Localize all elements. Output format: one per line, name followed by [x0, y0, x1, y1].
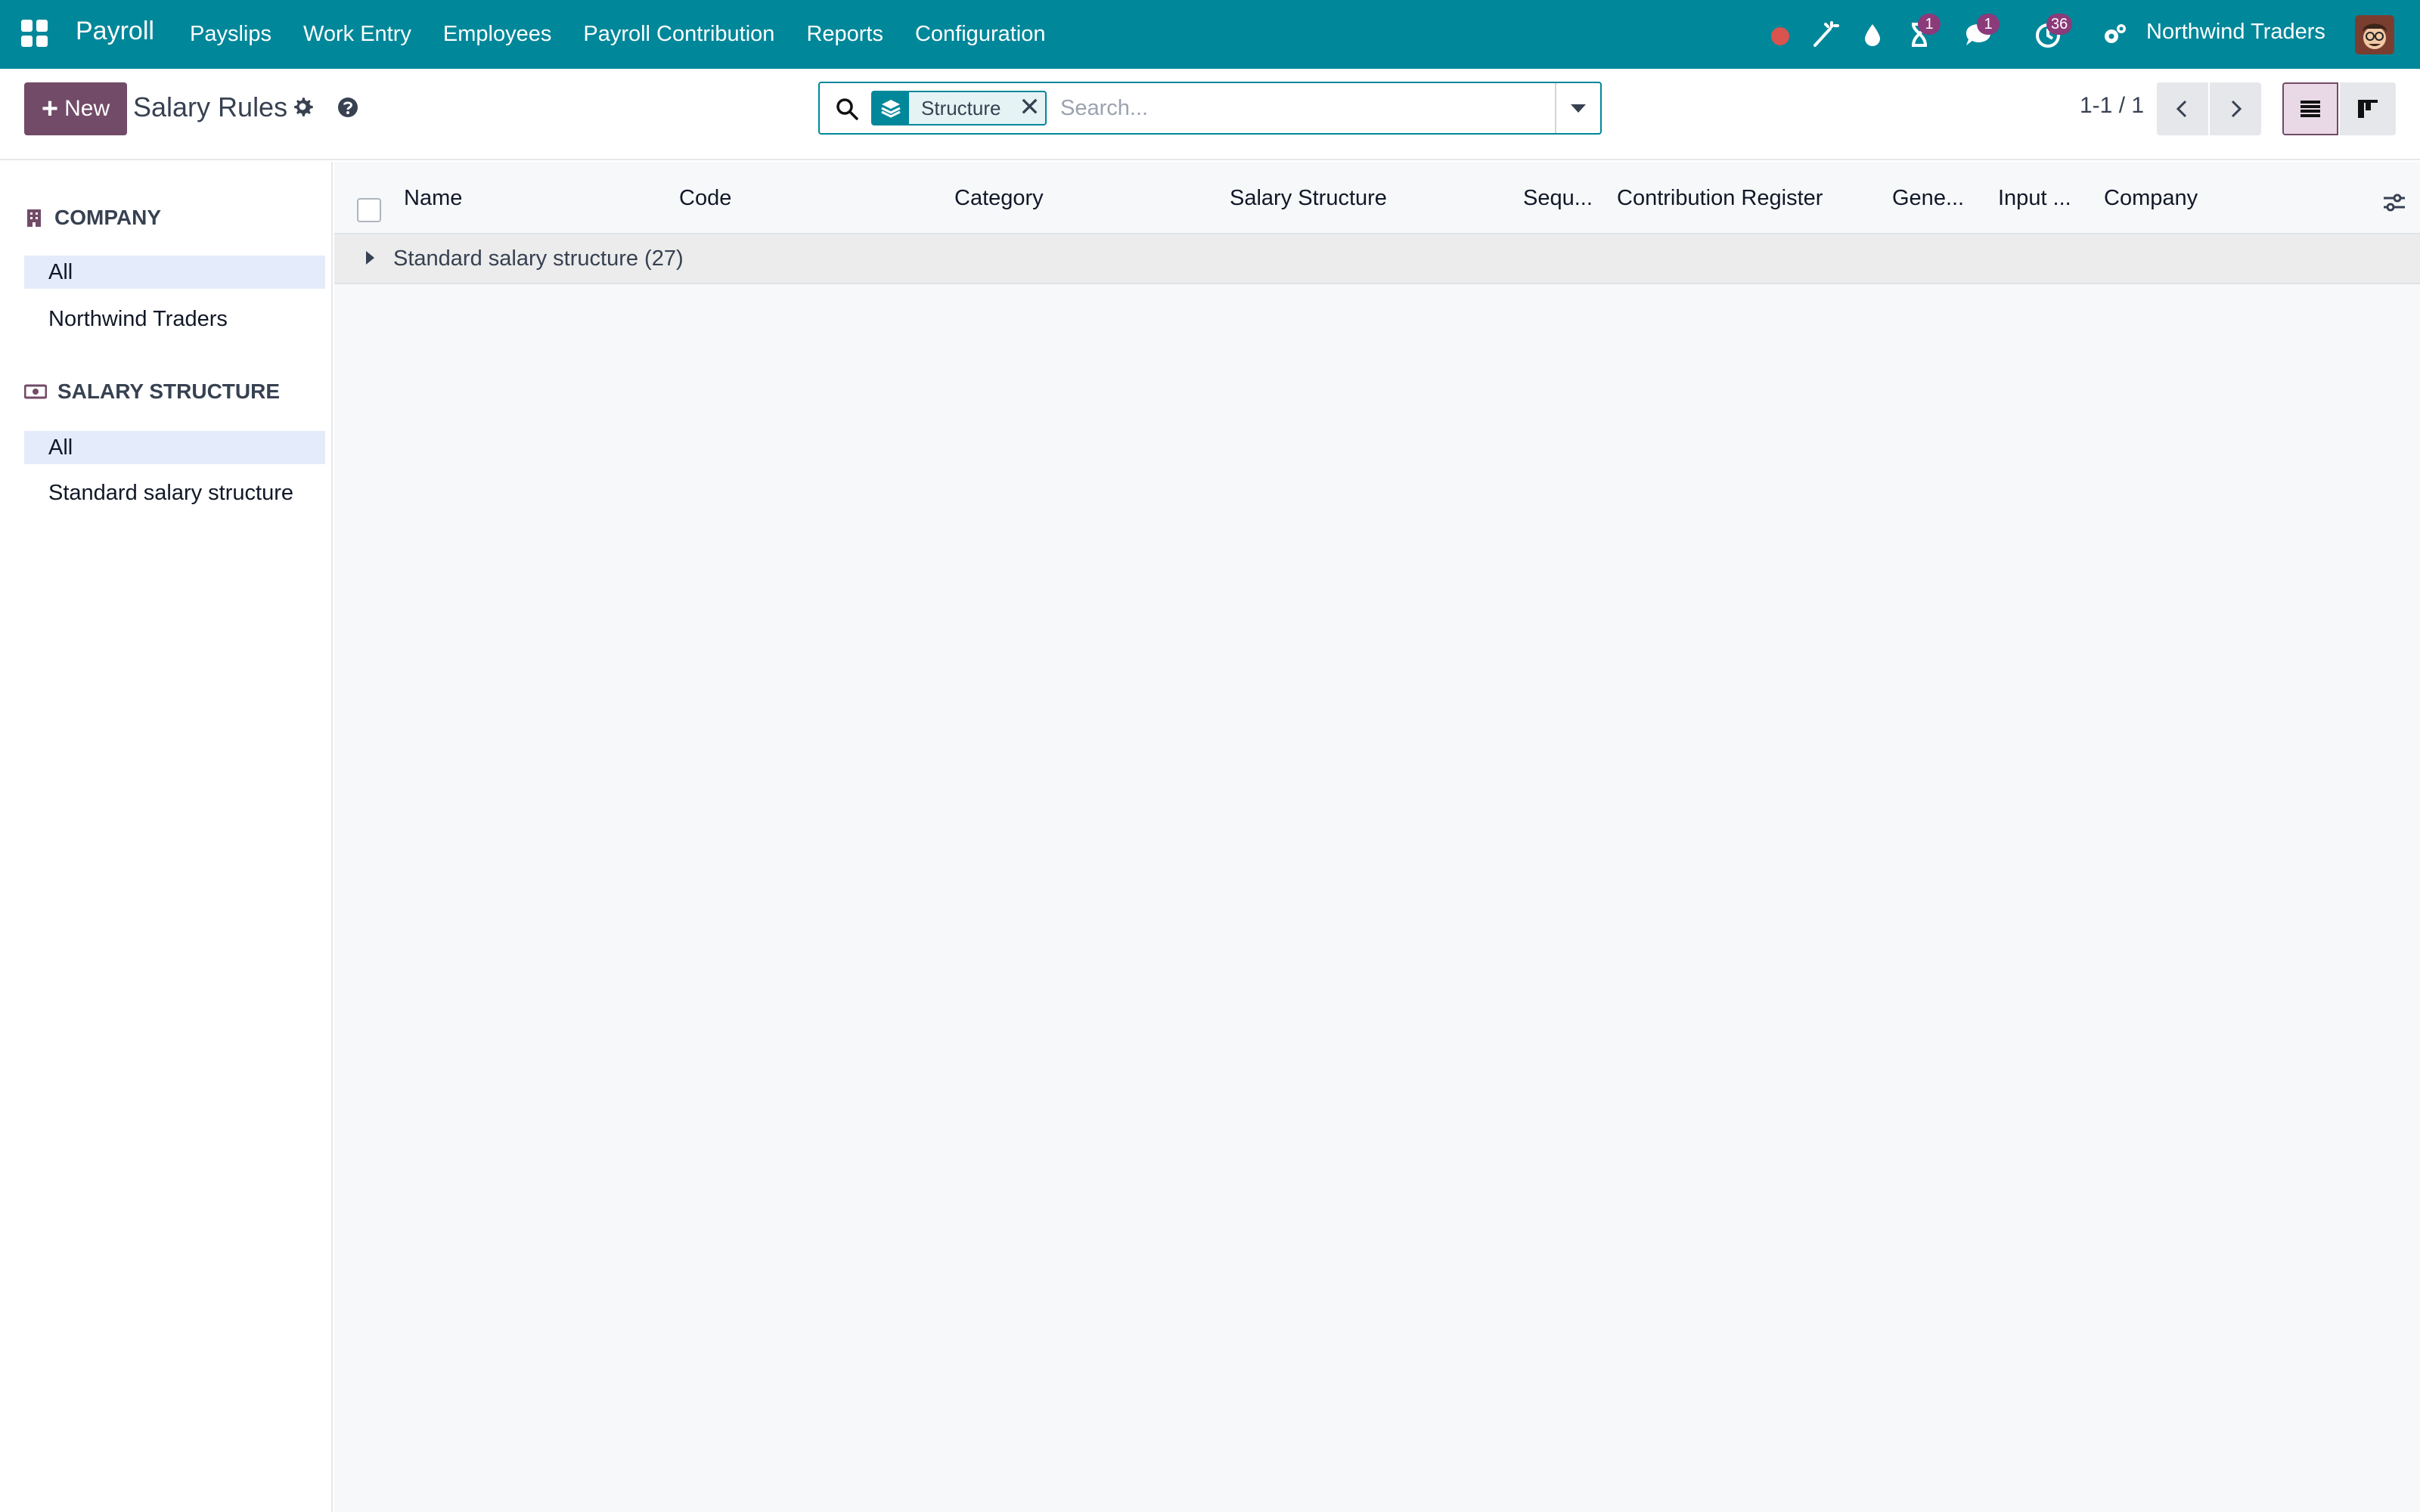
gear-icon[interactable]: [290, 94, 316, 120]
company-filter-northwind[interactable]: Northwind Traders: [24, 302, 325, 336]
activity-hourglass-icon[interactable]: 1: [1904, 14, 1941, 50]
list-view-icon: [2301, 101, 2320, 117]
new-button[interactable]: + New: [24, 82, 127, 135]
salary-structure-header-label: SALARY STRUCTURE: [57, 380, 281, 403]
menu-item-configuration[interactable]: Configuration: [899, 22, 1062, 47]
company-filter-all[interactable]: All: [24, 256, 325, 289]
table-header: Name Code Category Salary Structure Sequ…: [334, 162, 2420, 234]
menu-item-payroll-contribution[interactable]: Payroll Contribution: [567, 22, 790, 47]
building-icon: [27, 209, 41, 227]
menu-item-reports[interactable]: Reports: [790, 22, 899, 47]
group-row-standard-salary-structure[interactable]: Standard salary structure (27): [334, 234, 2420, 284]
column-header-contribution-register[interactable]: Contribution Register: [1617, 186, 1823, 211]
page-title: Salary Rules: [133, 91, 288, 122]
messages-badge: 1: [1977, 14, 2000, 35]
column-header-company[interactable]: Company: [2104, 186, 2198, 211]
help-icon[interactable]: [335, 94, 361, 120]
main-menu: Payslips Work Entry Employees Payroll Co…: [174, 0, 1061, 69]
settings-gears-icon[interactable]: [2099, 20, 2130, 50]
menu-item-work-entry[interactable]: Work Entry: [287, 22, 427, 47]
company-section-header: COMPANY: [24, 206, 161, 230]
caret-down-icon: [1571, 104, 1586, 113]
activity-badge: 1: [1918, 14, 1941, 35]
clock-icon[interactable]: 36: [2033, 14, 2073, 50]
company-switcher[interactable]: Northwind Traders: [2146, 20, 2325, 45]
search-panel-sidebar: COMPANY All Northwind Traders SALARY STR…: [0, 162, 333, 1512]
column-header-input[interactable]: Input ...: [1998, 186, 2071, 211]
messages-icon[interactable]: 1: [1963, 14, 2000, 50]
list-view-button[interactable]: [2282, 82, 2338, 135]
search-input[interactable]: [1060, 91, 1575, 125]
top-navbar: Payroll Payslips Work Entry Employees Pa…: [0, 0, 2420, 69]
search-facet-structure: Structure ✕: [871, 91, 1047, 125]
money-icon: [24, 384, 47, 399]
menu-item-employees[interactable]: Employees: [427, 22, 567, 47]
column-header-name[interactable]: Name: [404, 186, 462, 211]
clock-badge: 36: [2046, 14, 2073, 35]
magic-wand-icon[interactable]: [1809, 20, 1839, 50]
caret-right-icon: [366, 251, 374, 265]
menu-item-payslips[interactable]: Payslips: [174, 22, 287, 47]
group-label: Standard salary structure (27): [393, 246, 684, 271]
salary-structure-section-header: SALARY STRUCTURE: [24, 380, 280, 404]
facet-label: Structure: [921, 97, 1001, 119]
control-panel: + New Salary Rules Structure ✕ 1-1 / 1: [0, 69, 2420, 160]
search-icon[interactable]: [833, 95, 861, 122]
layers-icon: [873, 92, 909, 124]
app-name[interactable]: Payroll: [76, 17, 154, 46]
pager-next-button[interactable]: [2210, 82, 2261, 135]
company-header-label: COMPANY: [54, 206, 162, 229]
pager-value[interactable]: 1-1 / 1: [2080, 93, 2144, 119]
search-options-toggle[interactable]: [1555, 83, 1600, 133]
structure-filter-standard[interactable]: Standard salary structure: [24, 476, 325, 510]
drop-icon[interactable]: [1857, 20, 1888, 50]
structure-filter-all[interactable]: All: [24, 431, 325, 464]
list-view: Name Code Category Salary Structure Sequ…: [334, 162, 2420, 1512]
column-header-general[interactable]: Gene...: [1892, 186, 1964, 211]
pager-previous-button[interactable]: [2157, 82, 2208, 135]
kanban-view-button[interactable]: [2340, 82, 2396, 135]
kanban-view-icon: [2358, 100, 2378, 118]
plus-icon: +: [41, 93, 59, 125]
column-header-sequence[interactable]: Sequ...: [1523, 186, 1593, 211]
app-grid-icon[interactable]: [21, 20, 48, 47]
facet-remove-icon[interactable]: ✕: [1015, 92, 1045, 124]
search-bar: Structure ✕: [818, 82, 1602, 135]
select-all-checkbox[interactable]: [357, 198, 381, 222]
optional-columns-icon[interactable]: [2381, 189, 2408, 216]
new-button-label: New: [64, 96, 110, 121]
column-header-code[interactable]: Code: [679, 186, 731, 211]
column-header-salary-structure[interactable]: Salary Structure: [1230, 186, 1387, 211]
column-header-category[interactable]: Category: [954, 186, 1044, 211]
user-avatar[interactable]: [2355, 15, 2394, 54]
record-dot-icon[interactable]: [1765, 20, 1795, 50]
